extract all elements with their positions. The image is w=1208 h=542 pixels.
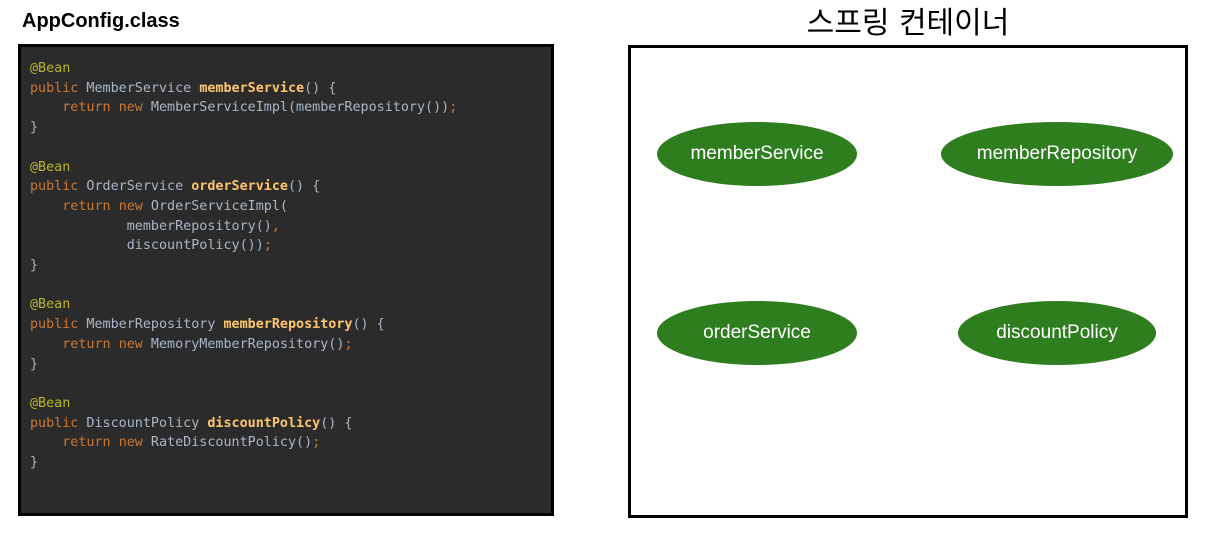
semicolon: ;: [344, 336, 353, 352]
bean-annotation: @Bean: [30, 61, 71, 76]
code-block: @Bean public MemberService memberService…: [30, 59, 457, 473]
bean-annotation: @Bean: [30, 159, 71, 175]
return-keyword: return: [62, 100, 111, 116]
bean-annotation: @Bean: [30, 395, 71, 411]
method-name: memberRepository: [223, 317, 353, 333]
method-params: () {: [304, 80, 337, 96]
new-keyword: new: [118, 198, 143, 214]
new-keyword: new: [118, 336, 143, 352]
closing-brace: }: [30, 258, 39, 274]
semicolon: ;: [263, 238, 272, 254]
method-body: OrderServiceImpl(: [142, 198, 288, 214]
code-panel: @Bean public MemberService memberService…: [18, 44, 554, 516]
closing-brace: }: [30, 356, 39, 372]
bean-discount-policy: discountPolicy: [958, 301, 1156, 365]
return-type: OrderService: [78, 179, 192, 195]
public-keyword: public: [30, 317, 79, 333]
semicolon: ;: [449, 100, 458, 116]
bean-member-repository: memberRepository: [941, 122, 1173, 186]
method-params: () {: [320, 415, 353, 431]
return-type: DiscountPolicy: [78, 415, 208, 431]
spring-container: [628, 45, 1188, 518]
return-keyword: return: [62, 198, 111, 214]
bean-order-service: orderService: [657, 301, 857, 365]
public-keyword: public: [30, 80, 79, 96]
method-name: orderService: [191, 179, 288, 195]
method-name: discountPolicy: [207, 415, 321, 431]
constructor-arg: memberRepository(): [126, 218, 272, 234]
method-params: () {: [288, 179, 321, 195]
constructor-arg: discountPolicy()): [126, 238, 264, 254]
new-keyword: new: [118, 435, 143, 451]
method-body: RateDiscountPolicy(): [142, 435, 313, 451]
return-type: MemberRepository: [78, 317, 224, 333]
closing-brace: }: [30, 455, 39, 471]
public-keyword: public: [30, 415, 79, 431]
container-title: 스프링 컨테이너: [806, 6, 1010, 41]
public-keyword: public: [30, 179, 79, 195]
return-type: MemberService: [78, 80, 200, 96]
method-body: MemberServiceImpl(memberRepository()): [142, 100, 450, 116]
new-keyword: new: [118, 100, 143, 116]
comma: ,: [271, 218, 280, 234]
method-name: memberService: [199, 80, 305, 96]
method-params: () {: [352, 317, 385, 333]
bean-annotation: @Bean: [30, 297, 71, 313]
bean-member-service: memberService: [657, 122, 857, 186]
semicolon: ;: [312, 435, 321, 451]
method-body: MemoryMemberRepository(): [142, 336, 345, 352]
return-keyword: return: [62, 336, 111, 352]
code-title: AppConfig.class: [22, 10, 180, 32]
return-keyword: return: [62, 435, 111, 451]
closing-brace: }: [30, 120, 39, 136]
